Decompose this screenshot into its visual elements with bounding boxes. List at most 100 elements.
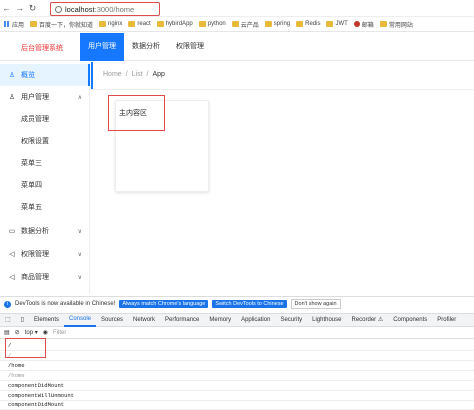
sider-item-label: 成员管理 (21, 116, 49, 123)
folder-icon (231, 21, 239, 27)
folder-icon (326, 21, 334, 27)
sider-item-product-management[interactable]: ◁ 商品管理 ∨ (0, 266, 90, 288)
chevron-down-icon: ∨ (77, 251, 82, 258)
folder-icon (156, 21, 164, 27)
bookmark-label: 邮箱 (361, 22, 374, 29)
card-text: 主内容区 (119, 110, 147, 117)
folder-icon (99, 21, 107, 27)
sider-item-menu-3[interactable]: 菜单三 (0, 152, 90, 174)
content-accent-bar (91, 62, 93, 90)
sider-item-menu-5[interactable]: 菜单五 (0, 196, 90, 218)
sider-item-label: 数据分析 (21, 228, 49, 235)
breadcrumb-list[interactable]: List (132, 71, 143, 78)
bookmark-cloud[interactable]: 云产品 (231, 20, 259, 29)
banner-text: DevTools is now available in Chinese! (15, 301, 116, 307)
bookmark-label: JWT (335, 21, 348, 27)
sider-item-label: 菜单三 (21, 160, 42, 167)
match-language-button[interactable]: Always match Chrome's language (119, 300, 209, 308)
user-icon: ♙ (8, 72, 16, 79)
breadcrumb-app: App (152, 71, 165, 78)
chevron-down-icon: ∨ (77, 228, 82, 235)
url-host: localhost (65, 4, 95, 14)
context-select[interactable]: top ▾ (25, 329, 38, 336)
tab-network[interactable]: Network (128, 313, 160, 327)
address-bar[interactable]: localhost:3000/home (50, 2, 160, 16)
bookmark-common[interactable]: 常用网站 (379, 20, 413, 29)
eye-icon[interactable]: ◉ (43, 329, 48, 336)
bookmark-jwt[interactable]: JWT (326, 21, 348, 27)
switch-chinese-button[interactable]: Switch DevTools to Chinese (212, 300, 287, 308)
bookmark-label: 常用网站 (388, 22, 413, 29)
browser-toolbar: ← → ↻ localhost:3000/home (0, 0, 474, 17)
sider-item-data-analysis[interactable]: ▭ 数据分析 ∨ (0, 220, 90, 242)
bookmark-label: Redis (305, 21, 321, 27)
main-content: Home / List / App 主内容区 (91, 62, 474, 294)
tab-lighthouse[interactable]: Lighthouse (307, 313, 346, 327)
breadcrumb-separator: / (125, 71, 128, 78)
sider-item-label: 权限设置 (21, 138, 49, 145)
sider-item-permission-management[interactable]: ◁ 权限管理 ∨ (0, 243, 90, 265)
sider-item-overview[interactable]: ♙ 概览 (0, 64, 90, 86)
sider-item-user-management[interactable]: ♙ 用户管理 ∧ (0, 86, 90, 108)
console-toolbar: ▤ ⊘ top ▾ ◉ Filter (0, 327, 474, 339)
folder-icon (128, 21, 136, 27)
device-icon[interactable]: ▯ (16, 313, 29, 327)
notification-icon: ◁ (9, 251, 15, 258)
bookmark-label: hybirdApp (165, 21, 193, 27)
bookmark-label: python (207, 21, 226, 27)
tab-recorder[interactable]: Recorder ⚠ (346, 313, 388, 327)
tab-console[interactable]: Console (64, 313, 97, 327)
bookmark-nginx[interactable]: nginx (99, 21, 122, 27)
clear-icon[interactable]: ⊘ (15, 329, 20, 336)
forward-icon[interactable]: → (13, 3, 26, 13)
console-output: / / /home /home componentDidMount compon… (0, 340, 474, 410)
sider-item-label: 概览 (21, 72, 35, 79)
notification-icon: ◁ (9, 274, 15, 281)
mail-icon (353, 21, 360, 27)
bookmark-label: spring (273, 21, 291, 27)
bookmark-spring[interactable]: spring (264, 21, 291, 27)
top-menu-users[interactable]: 用户管理 (80, 33, 124, 61)
url-path: :3000/home (94, 4, 135, 14)
inspect-icon[interactable]: ⬚ (0, 313, 16, 327)
tab-elements[interactable]: Elements (29, 313, 64, 327)
tab-application[interactable]: Application (236, 313, 275, 327)
breadcrumb-home[interactable]: Home (103, 71, 122, 78)
tab-sources[interactable]: Sources (96, 313, 128, 327)
bookmark-react[interactable]: react (128, 21, 151, 27)
folder-icon (264, 21, 272, 27)
bookmark-hybirdapp[interactable]: hybirdApp (156, 21, 193, 27)
bookmark-mail[interactable]: 邮箱 (353, 20, 374, 29)
dont-show-button[interactable]: Don't show again (290, 299, 341, 309)
app-header: 后台管理系统 用户管理 数据分析 权限管理 (0, 33, 474, 61)
tab-components[interactable]: Components (388, 313, 432, 327)
folder-icon (30, 21, 38, 27)
sider-item-label: 菜单四 (21, 182, 42, 189)
tab-memory[interactable]: Memory (204, 313, 236, 327)
top-menu-permissions[interactable]: 权限管理 (168, 33, 212, 61)
side-menu: ♙ 概览 ♙ 用户管理 ∧ 成员管理 权限设置 菜单三 菜单四 菜单五 ▭ 数据… (0, 62, 90, 294)
sider-item-menu-4[interactable]: 菜单四 (0, 174, 90, 196)
bookmark-redis[interactable]: Redis (296, 21, 320, 27)
bookmark-baidu[interactable]: 百度一下，你就知道 (30, 20, 93, 29)
bookmark-label: 应用 (12, 22, 25, 29)
devtools-tabs: ⬚ ▯ Elements Console Sources Network Per… (0, 313, 474, 327)
filter-input[interactable]: Filter (53, 330, 66, 336)
chevron-up-icon: ∧ (77, 94, 82, 101)
bookmark-label: nginx (108, 21, 123, 27)
folder-icon (296, 21, 304, 27)
sider-item-members[interactable]: 成员管理 (0, 108, 90, 130)
bookmark-label: 百度一下，你就知道 (39, 22, 94, 29)
back-icon[interactable]: ← (0, 3, 13, 13)
sidebar-toggle-icon[interactable]: ▤ (4, 329, 10, 336)
top-menu-analytics[interactable]: 数据分析 (124, 33, 168, 61)
info-icon: i (4, 300, 11, 308)
tab-performance[interactable]: Performance (160, 313, 204, 327)
sider-item-permission-settings[interactable]: 权限设置 (0, 130, 90, 152)
bookmark-apps[interactable]: 应用 (4, 20, 24, 29)
tab-profiler[interactable]: Profiler (432, 313, 461, 327)
reload-icon[interactable]: ↻ (26, 3, 39, 14)
bookmark-python[interactable]: python (198, 21, 226, 27)
tab-security[interactable]: Security (275, 313, 307, 327)
folder-icon (379, 21, 387, 27)
